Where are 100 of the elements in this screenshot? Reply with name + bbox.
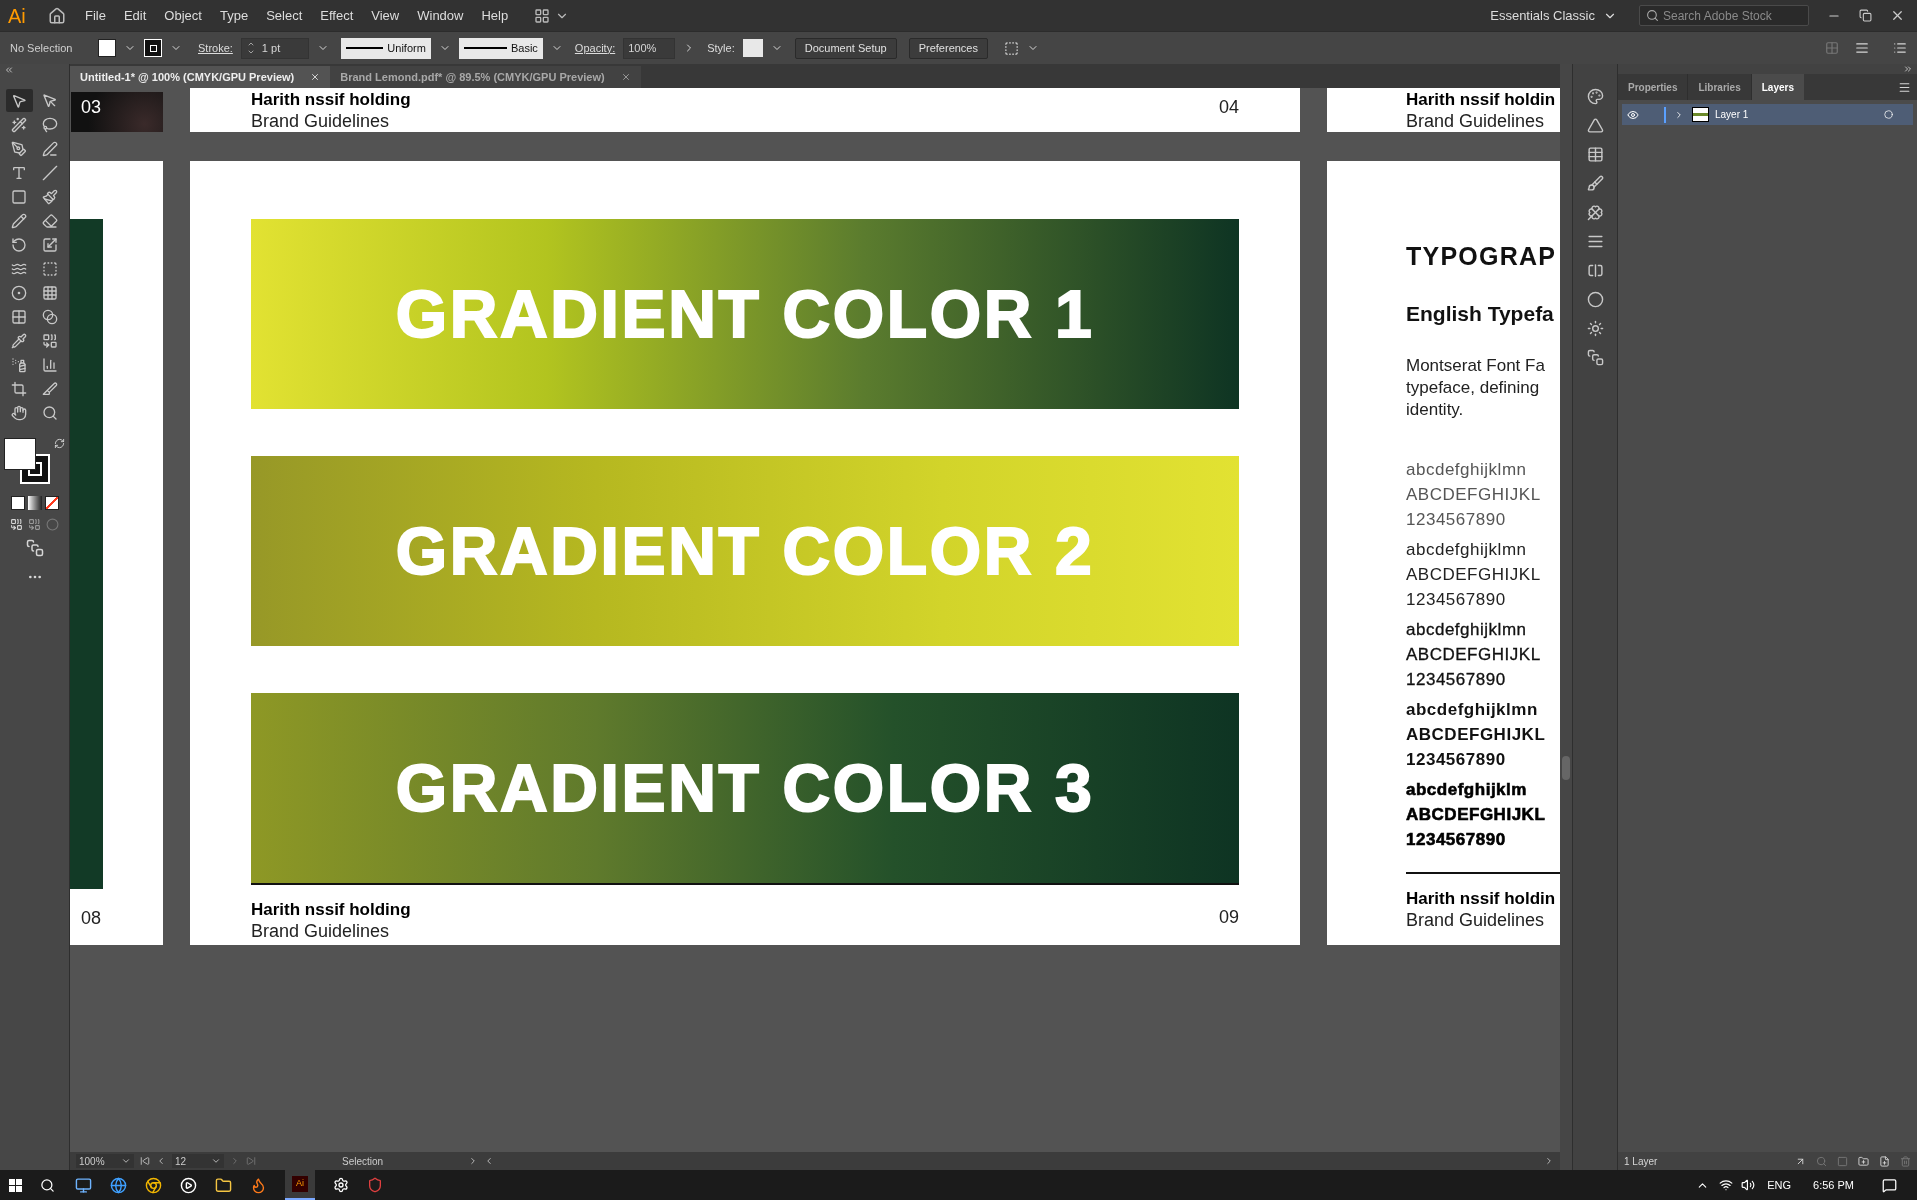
layer-row[interactable]: Layer 1	[1622, 104, 1913, 125]
document-subtitle: Brand Guidelines	[251, 110, 391, 132]
notification-icon[interactable]	[1882, 1177, 1897, 1193]
language-indicator[interactable]: ENG	[1767, 1176, 1792, 1194]
screen-mode-icon[interactable]	[24, 539, 45, 557]
zoom-dropdown[interactable]: 100%	[76, 1154, 134, 1168]
expand-icon[interactable]	[1903, 64, 1913, 74]
menu-item[interactable]: View	[364, 3, 407, 28]
section-title: TYPOGRAP	[1406, 241, 1558, 271]
expand-caret-icon[interactable]	[1674, 109, 1684, 120]
layer-name: Layer 1	[1715, 108, 1749, 122]
shield-icon[interactable]	[367, 1177, 383, 1193]
close-icon[interactable]	[620, 72, 631, 82]
close-icon[interactable]	[310, 72, 321, 82]
list-icon[interactable]	[1893, 41, 1907, 55]
scroll-right-icon[interactable]	[1544, 1156, 1554, 1166]
swap-icon[interactable]	[54, 438, 65, 449]
new-layer-icon[interactable]	[1879, 1155, 1890, 1167]
collapse-icon[interactable]	[4, 65, 14, 75]
network-icon[interactable]	[1719, 1178, 1734, 1192]
circle-dot-icon	[11, 284, 27, 301]
volume-icon[interactable]	[1741, 1178, 1756, 1192]
panel-tab[interactable]: Layers	[1751, 74, 1804, 100]
panel-menu-icon[interactable]	[1898, 81, 1911, 94]
toolbar-button[interactable]: Document Setup	[794, 37, 897, 59]
clover-icon[interactable]	[1586, 204, 1604, 221]
brush-icon[interactable]	[1586, 175, 1604, 192]
scroll-left-icon[interactable]	[484, 1156, 494, 1166]
draw-behind-icon[interactable]	[28, 518, 41, 531]
tool-button[interactable]	[5, 89, 33, 112]
toolbar-button[interactable]: Preferences	[908, 37, 988, 59]
previous-artboard-icon[interactable]	[156, 1156, 166, 1166]
transform-icon[interactable]	[1004, 40, 1019, 56]
flame-icon[interactable]	[250, 1176, 267, 1194]
menu-item[interactable]: File	[78, 3, 113, 28]
style-swatch[interactable]	[742, 39, 763, 57]
stock-search-field[interactable]: Search Adobe Stock	[1639, 5, 1809, 26]
taskbar-app[interactable]: Ai	[285, 1170, 315, 1200]
knife-icon	[42, 380, 58, 397]
gradient-mode-icon[interactable]	[27, 496, 42, 510]
company-name: Harith nssif holding	[251, 899, 411, 920]
gradient-label: GRADIENT COLOR 1	[395, 281, 1095, 347]
browser-icon[interactable]	[145, 1176, 162, 1194]
workspace-layout-icon[interactable]	[533, 7, 552, 24]
menu-item[interactable]: Edit	[116, 3, 154, 28]
clipping-mask-icon[interactable]	[1837, 1155, 1848, 1167]
monitor-icon[interactable]	[75, 1176, 92, 1194]
globe-icon[interactable]	[110, 1176, 127, 1194]
target-icon[interactable]	[1884, 110, 1893, 119]
menu-item[interactable]: Window	[410, 3, 471, 28]
status-menu-icon[interactable]	[468, 1156, 478, 1166]
page-number: 08	[81, 907, 103, 930]
page-number: 09	[1218, 906, 1239, 928]
vertical-scrollbar[interactable]	[1560, 64, 1572, 1170]
visibility-eye-icon[interactable]	[1627, 108, 1639, 121]
document-tab[interactable]: Brand Lemond.pdf* @ 89.5% (CMYK/GPU Preview)	[330, 66, 641, 88]
artboard-number-field[interactable]: 12	[172, 1154, 224, 1168]
menu-item[interactable]: Select	[259, 3, 310, 28]
pencil-icon	[11, 212, 27, 229]
table-icon[interactable]	[1586, 146, 1604, 163]
brush-dropdown[interactable]: Basic	[458, 37, 543, 59]
palette-icon[interactable]	[1586, 88, 1604, 105]
gear-icon[interactable]	[333, 1177, 349, 1193]
folder-icon[interactable]	[215, 1176, 232, 1194]
circle-icon[interactable]	[1586, 291, 1604, 308]
first-artboard-icon[interactable]	[140, 1156, 150, 1166]
workspace-switcher[interactable]: Essentials Classic	[1480, 5, 1627, 26]
sun-icon[interactable]	[1586, 320, 1604, 337]
fill-stroke-swatches[interactable]	[4, 438, 52, 486]
document-tab[interactable]: Untitled-1* @ 100% (CMYK/GPU Preview)	[70, 66, 331, 88]
search-icon	[1646, 9, 1659, 22]
draw-mode-icon[interactable]	[10, 518, 23, 531]
company-name: Harith nssif holding	[251, 89, 411, 110]
section-heading: English Typefa	[1406, 301, 1555, 327]
search-icon[interactable]	[40, 1177, 55, 1193]
menu-item[interactable]: Effect	[313, 3, 361, 28]
dashed-square-icon	[42, 260, 58, 277]
color-mode-icon[interactable]	[10, 496, 25, 510]
menu-item[interactable]: Type	[212, 3, 256, 28]
stacked-squares-icon[interactable]	[1586, 349, 1604, 366]
split-square-icon[interactable]	[1586, 262, 1604, 279]
fill-swatch[interactable]	[98, 39, 116, 57]
none-mode-icon[interactable]	[44, 496, 59, 510]
clock[interactable]: 6:56 PM	[1813, 1176, 1854, 1194]
stroke-profile-dropdown[interactable]: Uniform	[340, 37, 431, 59]
triangle-icon[interactable]	[1586, 117, 1604, 134]
play-icon[interactable]	[180, 1176, 197, 1194]
opacity-field[interactable]: 100%	[623, 37, 676, 59]
document-subtitle: Brand Guidelines	[251, 920, 391, 942]
close-icon[interactable]	[1890, 8, 1905, 23]
restore-icon[interactable]	[1859, 9, 1872, 22]
menu-item[interactable]: Object	[157, 3, 209, 28]
home-icon[interactable]	[48, 6, 66, 25]
stroke-weight-field[interactable]: 1 pt	[240, 37, 309, 59]
lines-icon[interactable]	[1586, 233, 1604, 250]
align-icon[interactable]	[1855, 41, 1869, 55]
new-sublayer-icon[interactable]	[1858, 1155, 1869, 1167]
caret-icon	[211, 1156, 221, 1166]
menu-item[interactable]: Help	[474, 3, 516, 28]
stroke-swatch[interactable]	[144, 39, 162, 57]
